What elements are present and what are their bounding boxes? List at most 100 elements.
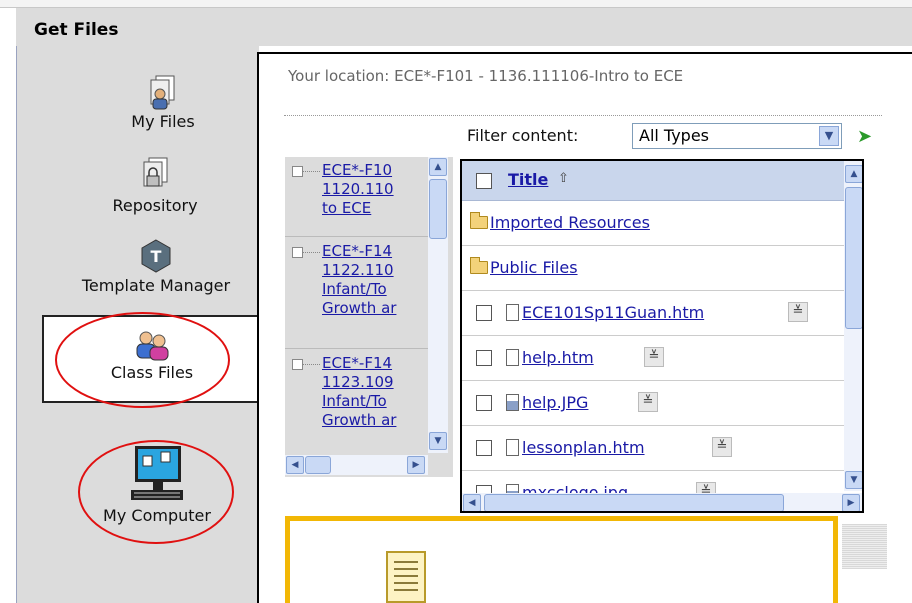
my-files-icon xyxy=(150,75,175,110)
panel-shading xyxy=(842,524,887,569)
scroll-left-icon[interactable]: ◀ xyxy=(286,456,304,474)
select-all-checkbox[interactable] xyxy=(476,173,492,189)
file-list-header: Title ⇧ xyxy=(462,161,862,201)
properties-icon[interactable]: ≚ xyxy=(712,437,732,457)
tree-vertical-scrollbar[interactable]: ▲ ▼ xyxy=(428,157,448,453)
chevron-down-icon[interactable]: ▼ xyxy=(819,126,839,146)
file-link[interactable]: ECE101Sp11Guan.htm xyxy=(522,303,704,322)
expand-icon[interactable] xyxy=(292,359,303,370)
filter-label: Filter content: xyxy=(467,126,579,145)
nav-repository[interactable]: Repository xyxy=(90,156,220,215)
nav-label: Repository xyxy=(112,196,198,215)
tree-list: ECE*-F10 1120.110 to ECE ECE*-F14 1122.1… xyxy=(285,157,428,453)
title-column-header[interactable]: Title xyxy=(508,170,548,189)
nav-template-manager[interactable]: T Template Manager xyxy=(50,238,262,295)
repository-icon xyxy=(143,157,168,187)
scroll-thumb[interactable] xyxy=(305,456,331,474)
row-checkbox[interactable] xyxy=(476,395,492,411)
filter-select[interactable]: All Types ▼ xyxy=(632,123,842,149)
row-checkbox[interactable] xyxy=(476,440,492,456)
tree-node[interactable]: ECE*-F14 1123.109 Infant/To Growth ar xyxy=(285,350,428,453)
file-list-horizontal-scrollbar[interactable]: ◀ ▶ xyxy=(462,493,862,511)
scroll-right-icon[interactable]: ▶ xyxy=(407,456,425,474)
tree-node-line[interactable]: to ECE xyxy=(322,199,428,218)
tree-node-line[interactable]: 1122.110 xyxy=(322,261,428,280)
tree-node-line[interactable]: Growth ar xyxy=(322,411,428,430)
expand-icon[interactable] xyxy=(292,166,303,177)
file-list: Title ⇧ Imported Resources Public Files … xyxy=(460,159,864,513)
tree-connector xyxy=(303,364,320,365)
scroll-up-icon[interactable]: ▲ xyxy=(845,165,862,183)
nav-label: Template Manager xyxy=(81,276,231,295)
list-item[interactable]: help.JPG ≚ xyxy=(462,381,862,426)
notepad-document-icon xyxy=(386,551,426,603)
list-item[interactable]: Imported Resources xyxy=(462,201,862,246)
scroll-left-icon[interactable]: ◀ xyxy=(463,494,481,511)
tree-node-line[interactable]: Growth ar xyxy=(322,299,428,318)
sort-ascending-icon[interactable]: ⇧ xyxy=(558,171,569,186)
tree-node-line[interactable]: 1123.109 xyxy=(322,373,428,392)
callout-box xyxy=(285,516,838,603)
row-checkbox[interactable] xyxy=(476,350,492,366)
nav-class-files[interactable]: Class Files xyxy=(42,315,260,403)
scroll-down-icon[interactable]: ▼ xyxy=(429,432,447,450)
properties-icon[interactable]: ≚ xyxy=(638,392,658,412)
tree-node-label[interactable]: ECE*-F14 1123.109 Infant/To Growth ar xyxy=(322,354,428,430)
nav-my-files[interactable]: My Files xyxy=(108,74,218,131)
document-icon xyxy=(506,439,519,456)
panel-title: Get Files xyxy=(16,8,912,46)
scroll-down-icon[interactable]: ▼ xyxy=(845,471,862,489)
nav-label: My Files xyxy=(131,112,195,131)
template-manager-icon: T xyxy=(141,239,171,273)
tree-node-line[interactable]: ECE*-F10 xyxy=(322,161,428,180)
list-item[interactable]: ECE101Sp11Guan.htm ≚ xyxy=(462,291,862,336)
scroll-up-icon[interactable]: ▲ xyxy=(429,158,447,176)
document-icon xyxy=(506,304,519,321)
folder-icon xyxy=(470,212,488,229)
go-arrow-icon[interactable]: ➤ xyxy=(857,126,872,147)
file-link[interactable]: Imported Resources xyxy=(490,213,650,232)
scroll-thumb[interactable] xyxy=(484,494,784,511)
tree-node[interactable]: ECE*-F10 1120.110 to ECE xyxy=(285,157,428,237)
course-tree: ECE*-F10 1120.110 to ECE ECE*-F14 1122.1… xyxy=(285,157,453,477)
tree-node-line[interactable]: Infant/To xyxy=(322,280,428,299)
scroll-right-icon[interactable]: ▶ xyxy=(842,494,860,511)
list-item[interactable]: help.htm ≚ xyxy=(462,336,862,381)
my-computer-icon xyxy=(131,446,183,500)
file-list-vertical-scrollbar[interactable]: ▲ ▼ xyxy=(844,161,862,491)
svg-text:T: T xyxy=(151,247,162,266)
nav-my-computer[interactable]: My Computer xyxy=(82,444,232,525)
tree-node-line[interactable]: ECE*-F14 xyxy=(322,354,428,373)
divider xyxy=(284,115,882,116)
file-link[interactable]: Public Files xyxy=(490,258,578,277)
list-item[interactable]: lessonplan.htm ≚ xyxy=(462,426,862,471)
tree-node-label[interactable]: ECE*-F10 1120.110 to ECE xyxy=(322,161,428,218)
tree-horizontal-scrollbar[interactable]: ◀ ▶ xyxy=(285,455,428,475)
nav-label: My Computer xyxy=(103,506,211,525)
nav-label: Class Files xyxy=(110,363,194,382)
file-link[interactable]: lessonplan.htm xyxy=(522,438,645,457)
properties-icon[interactable]: ≚ xyxy=(788,302,808,322)
filter-selected-value: All Types xyxy=(639,126,710,145)
image-file-icon xyxy=(506,394,519,411)
row-checkbox[interactable] xyxy=(476,305,492,321)
list-item[interactable]: Public Files xyxy=(462,246,862,291)
properties-icon[interactable]: ≚ xyxy=(644,347,664,367)
document-icon xyxy=(506,349,519,366)
tree-node-line[interactable]: 1120.110 xyxy=(322,180,428,199)
tree-connector xyxy=(303,171,320,172)
top-border xyxy=(0,0,912,8)
file-link[interactable]: help.htm xyxy=(522,348,594,367)
tree-node-line[interactable]: Infant/To xyxy=(322,392,428,411)
location-breadcrumb: Your location: ECE*-F101 - 1136.111106-I… xyxy=(288,67,684,85)
tree-node-line[interactable]: ECE*-F14 xyxy=(322,242,428,261)
tree-node-label[interactable]: ECE*-F14 1122.110 Infant/To Growth ar xyxy=(322,242,428,318)
class-files-icon xyxy=(136,331,169,361)
tree-connector xyxy=(303,252,320,253)
tree-node[interactable]: ECE*-F14 1122.110 Infant/To Growth ar xyxy=(285,238,428,349)
scroll-thumb[interactable] xyxy=(845,187,862,329)
scroll-thumb[interactable] xyxy=(429,179,447,239)
file-link[interactable]: help.JPG xyxy=(522,393,588,412)
folder-icon xyxy=(470,257,488,274)
expand-icon[interactable] xyxy=(292,247,303,258)
